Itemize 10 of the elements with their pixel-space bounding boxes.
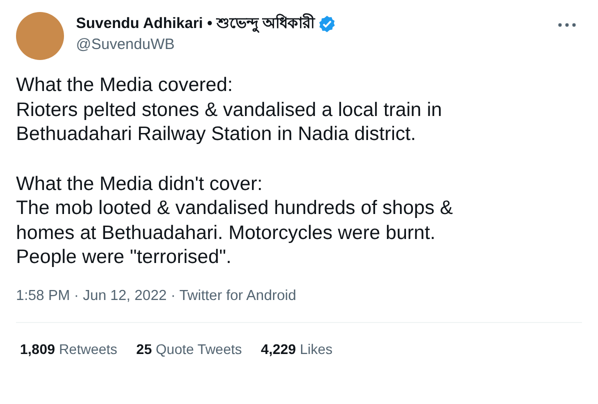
author-handle[interactable]: @SuvenduWB [76,35,558,55]
tweet-timestamp[interactable]: 1:58 PM · Jun 12, 2022 · Twitter for Android [16,286,582,306]
stat-link[interactable]: 25 Quote Tweets [136,338,242,358]
author-name[interactable]: Suvendu Adhikari • শুভেন্দু অধিকারী [76,14,315,34]
more-options-icon[interactable] [558,23,576,27]
avatar-placeholder[interactable] [16,12,64,60]
tweet-text: What the Media didn't cover: The mob looted & vandalised hundreds of shops & homes at Bethuadahari. Motorcycles were burnt. People were "terrorised". [16,172,454,270]
tweet-text: What the Media covered: Rioters pelted stones & vandalised a local train in Bethuadahari Railway Station in Nadia district. [16,73,443,146]
stat-link[interactable]: 4,229 Likes [260,338,333,358]
stat-link[interactable]: 1,809 Retweets [20,338,118,358]
